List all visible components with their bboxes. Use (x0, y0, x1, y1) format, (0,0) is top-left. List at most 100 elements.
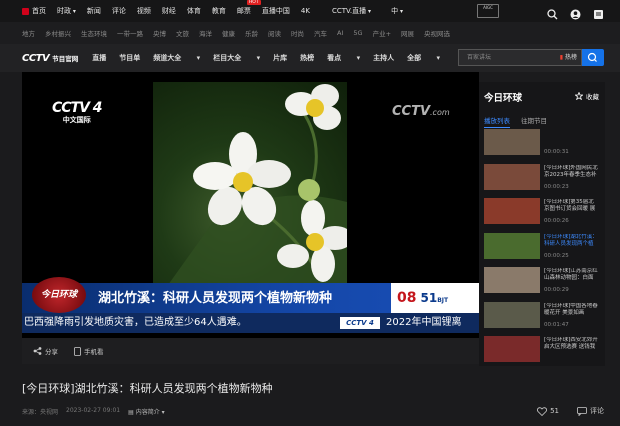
playlist-sidebar: 今日环球 收藏 播放列表 往期节目 00:00:31 [今日环球]外国网民北京20… (479, 82, 605, 366)
mainnav-columns[interactable]: 栏目大全 ▾ (213, 53, 260, 63)
playlist-item-duration: 00:01:47 (544, 321, 569, 328)
subnav-item[interactable]: 乡村振兴 (45, 28, 71, 38)
nav-stamps[interactable]: 邮票 HOT (237, 0, 261, 16)
playlist-item-duration: 00:00:25 (544, 252, 569, 259)
favorite-button[interactable]: 收藏 (575, 91, 599, 101)
like-button[interactable]: 51 (537, 406, 559, 416)
playlist-item-duration: 00:00:31 (544, 149, 569, 155)
playlist-item-title: [今日环球]西安北郊开启大区预选赛 送钱我 (544, 337, 598, 350)
search-icon[interactable] (547, 5, 558, 20)
playlist: 00:00:31 [今日环球]外国网民北京2023年春季生态补 00:00:23 [今… (484, 126, 602, 368)
playlist-thumbnail (484, 232, 540, 259)
nav-politics[interactable]: 时政 (57, 6, 76, 16)
watch-on-phone-button[interactable]: 手机看 (74, 346, 104, 356)
playlist-thumbnail (484, 163, 540, 190)
phone-icon (74, 346, 81, 356)
playlist-item-duration: 00:00:26 (544, 218, 569, 224)
subnav-item[interactable]: 产业+ (373, 28, 391, 38)
publish-date: 2023-02-27 09:01 (66, 407, 121, 414)
subnav-item[interactable]: 央视网选 (424, 28, 450, 38)
subnav-item[interactable]: 汽车 (314, 28, 327, 38)
mainnav-hot[interactable]: 热榜 (300, 53, 314, 63)
mainnav-live[interactable]: 直播 (92, 53, 106, 63)
subnav-item[interactable]: 地方 (22, 28, 35, 38)
playlist-item-title (544, 130, 599, 144)
document-icon: ▤ (128, 409, 134, 416)
playlist-thumbnail (484, 267, 540, 293)
nav-video[interactable]: 视频 (137, 6, 151, 16)
playlist-item[interactable]: [今日环球]江苏南京红山森林动物园：白面 00:00:29 (484, 264, 602, 299)
share-icon (33, 347, 42, 355)
playlist-item[interactable]: 00:00:31 (484, 126, 602, 161)
playlist-item[interactable]: [今日环球]中国各地春暖花开 美景如画 00:01:47 (484, 299, 602, 334)
subnav-item[interactable]: AI (337, 29, 343, 37)
share-button[interactable]: 分享 (33, 346, 58, 356)
playlist-title: 今日环球 (484, 93, 523, 104)
subnav-item[interactable]: 阅读 (268, 28, 281, 38)
cctv-watermark: CCTV.com (392, 104, 450, 119)
search-button[interactable] (582, 49, 604, 66)
subnav-item[interactable]: 5G (353, 29, 362, 37)
mainnav-channels[interactable]: 频道大全 ▾ (153, 53, 200, 63)
subnav-item[interactable]: 乐龄 (245, 28, 258, 38)
mainnav-all[interactable]: 全部 ▾ (407, 53, 440, 63)
nav-live-china[interactable]: 直播中国 (262, 6, 290, 16)
subnav-item[interactable]: 文旅 (176, 28, 189, 38)
playlist-item-title: [今日环球]第35届北京图书订货会回暖 展 (544, 199, 596, 212)
subnav-item[interactable]: 网展 (401, 28, 414, 38)
playlist-item-title: [今日环球]江苏南京红山森林动物园：白面 (544, 268, 598, 281)
aigc-badge[interactable]: AIGC (477, 4, 499, 18)
mainnav-hosts[interactable]: 主持人 (373, 53, 394, 63)
playlist-thumbnail (484, 129, 540, 155)
content-summary-toggle[interactable]: ▤ 内容简介 ▾ (128, 407, 165, 416)
playlist-item-title: [今日环球]中国各地春暖花开 美景如画 (544, 302, 598, 316)
star-icon (575, 92, 583, 100)
nav-comment[interactable]: 评论 (112, 6, 126, 16)
playlist-item[interactable]: [今日环球]第35届北京图书订货会回暖 展 00:00:26 (484, 195, 602, 230)
ticker-channel-logo: CCTV 4 (340, 317, 380, 329)
nav-education[interactable]: 教育 (212, 6, 226, 16)
subnav-item[interactable]: 健康 (222, 28, 235, 38)
user-icon[interactable] (570, 5, 581, 20)
nav-finance[interactable]: 财经 (162, 6, 176, 16)
playlist-item[interactable]: [今日环球]西安北郊开启大区预选赛 送钱我 (484, 333, 602, 368)
nav-language[interactable]: 中 (391, 6, 403, 16)
nav-sports[interactable]: 体育 (187, 6, 201, 16)
video-player[interactable]: CCTV 4 中文国际 CCTV.com 今日环球 湖北竹溪：科研人员发现两个植… (22, 72, 479, 338)
playlist-item-title: [今日环球]外国网民北京2023年春季生态补 (544, 164, 598, 178)
playlist-item[interactable]: [今日环球]湖北竹溪：科研人员发现两个植 00:00:25 (484, 230, 602, 265)
comment-icon (577, 406, 587, 416)
video-frame-flower (153, 82, 347, 306)
menu-icon[interactable] (593, 5, 604, 19)
subnav-item[interactable]: 央博 (153, 28, 166, 38)
heart-icon (537, 406, 548, 416)
article-meta: 来源：央视网 2023-02-27 09:01 ▤ 内容简介 ▾ (22, 407, 165, 416)
sub-nav: 地方 乡村振兴 生态环境 一带一路 央博 文旅 海洋 健康 乐龄 阅读 时尚 汽… (0, 22, 620, 44)
hot-tag[interactable]: ▮ 热榜 (560, 50, 577, 65)
mainnav-schedule[interactable]: 节目单 (119, 53, 140, 63)
mainnav-highlights[interactable]: 看点 ▾ (327, 53, 360, 63)
broadcast-clock: 08 51BJT (391, 283, 479, 313)
program-badge: 今日环球 (32, 277, 86, 313)
playlist-item-title: [今日环球]湖北竹溪：科研人员发现两个植 (544, 233, 598, 247)
search-input[interactable]: 百家讲坛 ▮ 热榜 (458, 49, 582, 66)
mainnav-library[interactable]: 片库 (273, 53, 287, 63)
top-nav: 首页 时政 新闻 评论 视频 财经 体育 教育 邮票HOT 直播中国 4K CC… (0, 0, 620, 22)
subnav-item[interactable]: 生态环境 (81, 28, 107, 38)
subnav-item[interactable]: 一带一路 (117, 28, 143, 38)
video-action-bar: 分享 手机看 (22, 338, 479, 364)
subnav-item[interactable]: 海洋 (199, 28, 212, 38)
cctv-logo[interactable]: CCTV 节目官网 (22, 53, 78, 64)
nav-news[interactable]: 新闻 (87, 6, 101, 16)
nav-4k[interactable]: 4K (301, 7, 310, 15)
playlist-item-duration: 00:00:29 (544, 287, 569, 293)
comment-button[interactable]: 评论 (577, 406, 604, 416)
nav-home[interactable]: 首页 (22, 6, 46, 16)
nav-cctv-live[interactable]: CCTV.直播 (332, 6, 371, 16)
playlist-item[interactable]: [今日环球]外国网民北京2023年春季生态补 00:00:23 (484, 161, 602, 196)
news-lower-third: 今日环球 湖北竹溪：科研人员发现两个植物新物种 08 51BJT (22, 277, 479, 313)
source-label: 来源：央视网 (22, 409, 59, 416)
playlist-thumbnail (484, 301, 540, 328)
subnav-item[interactable]: 时尚 (291, 28, 304, 38)
home-icon (22, 7, 29, 15)
